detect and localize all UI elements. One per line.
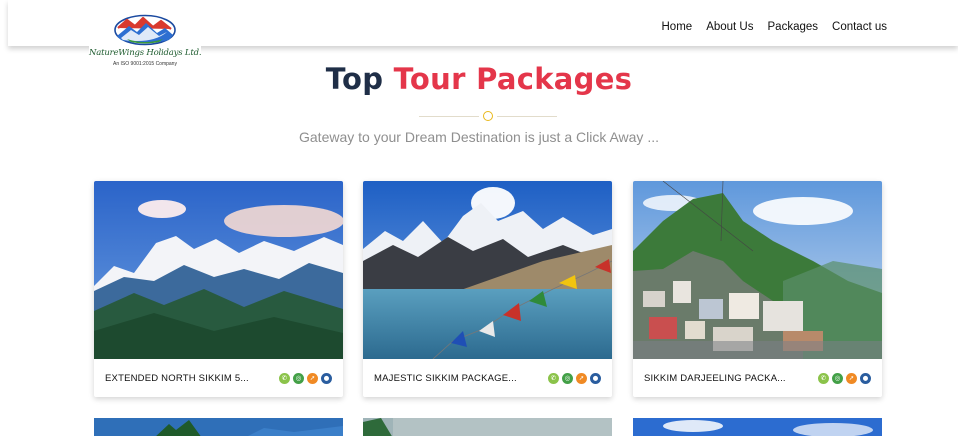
package-image-lake — [363, 181, 612, 359]
package-card-footer: EXTENDED NORTH SIKKIM 5... ✆ ◎ ➚ ● — [94, 359, 343, 397]
compass-icon[interactable]: ➚ — [576, 372, 587, 384]
nav-contact-us[interactable]: Contact us — [832, 21, 887, 33]
logo-emblem-icon — [114, 14, 176, 46]
whatsapp-icon[interactable]: ◎ — [832, 372, 843, 384]
package-image-town — [633, 181, 882, 359]
phone-icon[interactable]: ✆ — [818, 372, 829, 384]
whatsapp-icon[interactable]: ◎ — [293, 372, 304, 384]
package-action-icons: ✆ ◎ ➚ ● — [548, 372, 601, 384]
main-nav: Home About Us Packages Contact us — [662, 21, 888, 33]
package-image-partial — [363, 418, 612, 436]
package-card-footer: SIKKIM DARJEELING PACKA... ✆ ◎ ➚ ● — [633, 359, 882, 397]
logo-name: NatureWings Holidays Ltd. — [89, 48, 202, 58]
package-card-row2-2[interactable] — [363, 418, 612, 436]
location-icon[interactable]: ● — [590, 372, 601, 384]
phone-icon[interactable]: ✆ — [548, 372, 559, 384]
compass-icon[interactable]: ➚ — [307, 372, 318, 384]
site-logo[interactable]: NatureWings Holidays Ltd. An ISO 9001:20… — [89, 10, 202, 76]
package-title[interactable]: MAJESTIC SIKKIM PACKAGE... — [374, 373, 517, 384]
location-icon[interactable]: ● — [321, 372, 332, 384]
package-card-majestic-sikkim[interactable]: MAJESTIC SIKKIM PACKAGE... ✆ ◎ ➚ ● — [363, 181, 612, 397]
package-action-icons: ✆ ◎ ➚ ● — [279, 372, 332, 384]
nav-about-us[interactable]: About Us — [706, 21, 753, 33]
logo-certification: An ISO 9001:2015 Company — [113, 61, 177, 67]
divider-line-left — [419, 116, 479, 117]
package-card-sikkim-darjeeling[interactable]: SIKKIM DARJEELING PACKA... ✆ ◎ ➚ ● — [633, 181, 882, 397]
divider-line-right — [497, 116, 557, 117]
package-action-icons: ✆ ◎ ➚ ● — [818, 372, 871, 384]
package-card-footer: MAJESTIC SIKKIM PACKAGE... ✆ ◎ ➚ ● — [363, 359, 612, 397]
package-title[interactable]: EXTENDED NORTH SIKKIM 5... — [105, 373, 249, 384]
package-image-mountains — [94, 181, 343, 359]
package-card-north-sikkim[interactable]: EXTENDED NORTH SIKKIM 5... ✆ ◎ ➚ ● — [94, 181, 343, 397]
section-title-main: Top — [325, 62, 384, 96]
whatsapp-icon[interactable]: ◎ — [562, 372, 573, 384]
section-title-accent: Tour Packages — [393, 62, 633, 96]
nav-packages[interactable]: Packages — [768, 21, 819, 33]
nav-home[interactable]: Home — [662, 21, 693, 33]
package-card-row2-3[interactable] — [633, 418, 882, 436]
section-subtitle: Gateway to your Dream Destination is jus… — [299, 129, 659, 145]
package-image-partial — [94, 418, 343, 436]
divider-circle-icon — [483, 111, 493, 121]
package-image-partial — [633, 418, 882, 436]
package-card-row2-1[interactable] — [94, 418, 343, 436]
title-divider — [419, 111, 557, 121]
package-title[interactable]: SIKKIM DARJEELING PACKA... — [644, 373, 786, 384]
phone-icon[interactable]: ✆ — [279, 372, 290, 384]
compass-icon[interactable]: ➚ — [846, 372, 857, 384]
location-icon[interactable]: ● — [860, 372, 871, 384]
